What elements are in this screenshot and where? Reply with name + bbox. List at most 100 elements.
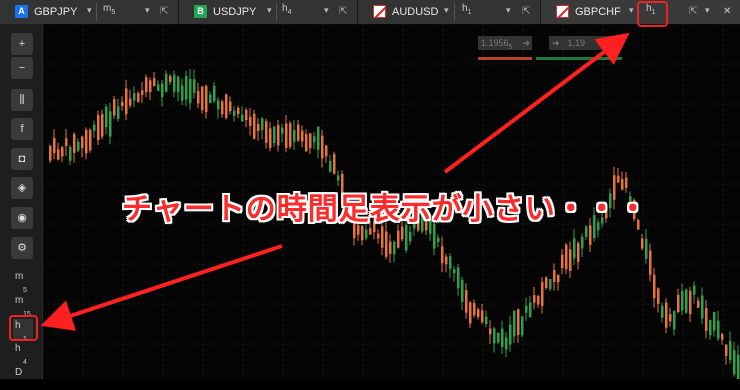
candle-body — [661, 305, 664, 318]
candle-body — [245, 109, 248, 121]
layers-icon[interactable]: ◈ — [11, 177, 33, 199]
popout-icon[interactable]: ⇱ — [160, 6, 168, 17]
candle-body — [585, 226, 588, 237]
tab-gbpjpy[interactable]: A GBPJPY ▾ m5 ▾ ⇱ — [0, 0, 179, 24]
candle-body — [325, 145, 328, 157]
candle-body — [721, 333, 724, 340]
timeframe-label[interactable]: h1 — [462, 4, 471, 18]
candle-body — [485, 316, 488, 325]
candle-body — [313, 136, 316, 143]
candle-body — [645, 238, 648, 259]
sell-price-box[interactable]: 1.19565 ➜ — [478, 36, 532, 51]
candle-body — [281, 127, 284, 134]
candle-body — [441, 246, 444, 264]
candle-body — [293, 129, 296, 142]
chevron-down-icon[interactable]: ▾ — [629, 5, 634, 16]
zoom-out-icon[interactable]: − — [11, 57, 33, 79]
robot-icon[interactable]: ◘ — [11, 148, 33, 170]
candle-body — [501, 328, 504, 347]
tab-audusd[interactable]: AUDUSD ▾ h1 ▾ ⇱ — [358, 0, 541, 24]
candle-body — [437, 237, 440, 242]
candle-body — [481, 310, 484, 323]
candle-body — [73, 134, 76, 153]
candle-body — [317, 126, 320, 150]
candle-body — [189, 78, 192, 104]
candle-body — [565, 244, 568, 269]
candle-body — [257, 124, 260, 132]
divider — [96, 3, 97, 21]
candle-body — [445, 256, 448, 265]
candle-body — [185, 75, 188, 100]
candle-body — [717, 320, 720, 339]
chevron-down-icon[interactable]: ▾ — [87, 5, 92, 16]
candle-body — [517, 309, 520, 335]
candle-body — [169, 76, 172, 82]
popout-icon[interactable]: ⇱ — [522, 6, 530, 17]
chevron-down-icon[interactable]: ▾ — [267, 5, 272, 16]
candle-body — [497, 333, 500, 343]
candle-body — [209, 94, 212, 103]
candle-body — [677, 294, 680, 312]
buy-price-box[interactable]: ➜ 1.19 — [549, 36, 615, 50]
close-icon[interactable]: ✕ — [723, 6, 731, 17]
candle-body — [397, 230, 400, 248]
candle-body — [577, 243, 580, 262]
candle-body — [201, 86, 204, 111]
tab-symbol: USDJPY — [213, 6, 257, 18]
candle-body — [117, 106, 120, 119]
candle-body — [321, 135, 324, 159]
candle-body — [365, 229, 368, 239]
candle-body — [193, 79, 196, 93]
candle-body — [145, 77, 148, 93]
candle-body — [461, 279, 464, 302]
candle-body — [337, 175, 340, 181]
sell-bar — [478, 57, 532, 60]
timeframe-m5[interactable]: m5 — [15, 272, 37, 295]
candle-body — [309, 133, 312, 148]
zoom-in-icon[interactable]: + — [11, 33, 33, 55]
candle-body — [65, 138, 68, 147]
candle-body — [97, 115, 100, 141]
candle-body — [261, 118, 264, 131]
settings-icon[interactable]: ⚙ — [11, 237, 33, 259]
candle-body — [181, 85, 184, 101]
candle-body — [545, 277, 548, 288]
candle-body — [541, 282, 544, 307]
account-badge-b: B — [194, 5, 207, 18]
candle-body — [701, 295, 704, 319]
chevron-down-icon[interactable]: ▾ — [324, 5, 329, 16]
popout-icon[interactable]: ⇱ — [339, 6, 347, 17]
candles-icon[interactable]: ⫼ — [11, 89, 33, 111]
timeframe-h4[interactable]: h4 — [15, 344, 37, 367]
candle-body — [513, 310, 516, 337]
chevron-down-icon[interactable]: ▾ — [506, 5, 511, 16]
tab-symbol: GBPCHF — [575, 6, 621, 18]
candle-body — [509, 324, 512, 345]
divider — [454, 3, 455, 21]
timeframe-label[interactable]: m5 — [103, 4, 115, 18]
candle-body — [401, 226, 404, 240]
candle-body — [669, 314, 672, 322]
chevron-down-icon[interactable]: ▾ — [705, 5, 710, 16]
chevron-down-icon[interactable]: ▾ — [145, 5, 150, 16]
timeframe-label[interactable]: h4 — [282, 4, 291, 18]
candle-body — [89, 129, 92, 151]
candle-body — [221, 101, 224, 115]
popout-icon[interactable]: ⇱ — [689, 6, 697, 17]
candle-body — [465, 290, 468, 313]
chart-tab-bar: A GBPJPY ▾ m5 ▾ ⇱ B USDJPY ▾ h4 ▾ ⇱ AUDU… — [0, 0, 740, 24]
candle-body — [409, 231, 412, 242]
candle-body — [57, 149, 60, 160]
candle-body — [225, 94, 228, 118]
candle-body — [113, 99, 116, 116]
chevron-down-icon[interactable]: ▾ — [444, 5, 449, 16]
tab-symbol: GBPJPY — [34, 6, 78, 18]
tab-usdjpy[interactable]: B USDJPY ▾ h4 ▾ ⇱ — [179, 0, 358, 24]
candle-body — [81, 136, 84, 149]
candle-body — [197, 90, 200, 104]
eye-icon[interactable]: ◉ — [11, 207, 33, 229]
timeframe-d[interactable]: D — [15, 368, 37, 390]
candle-body — [589, 225, 592, 246]
candle-body — [705, 308, 708, 331]
facebook-icon[interactable]: f — [11, 118, 33, 140]
